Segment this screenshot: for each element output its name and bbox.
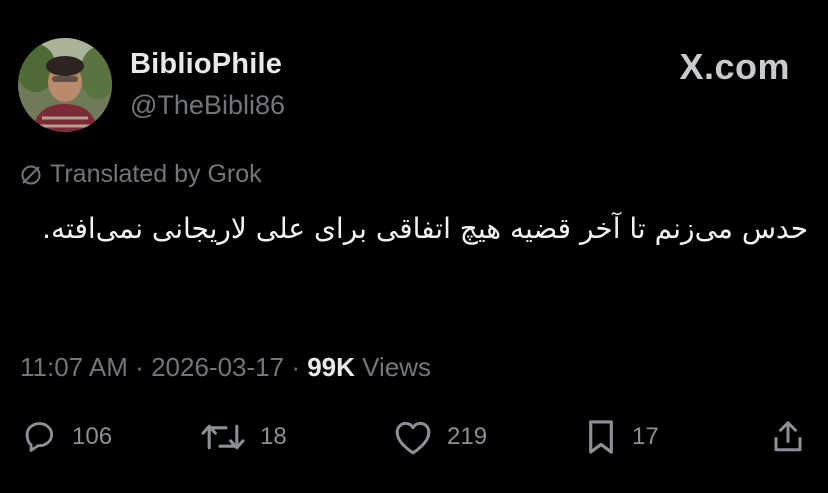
bookmark-icon <box>589 420 613 454</box>
translation-label: Translated by Grok <box>50 160 262 188</box>
author-handle[interactable]: @TheBibli86 <box>130 90 285 121</box>
tweet-time[interactable]: 11:07 AM <box>20 352 128 382</box>
tweet-meta: 11:07 AM · 2026-03-17 · 99K Views <box>20 352 431 383</box>
action-bar: 106 18 219 17 <box>0 418 828 462</box>
bookmark-count: 17 <box>632 423 659 450</box>
share-icon <box>774 421 802 452</box>
reply-button[interactable]: 106 <box>20 418 112 456</box>
tweet-text: حدس می‌زنم تا آخر قضیه هیچ اتفاقی برای ع… <box>42 212 808 245</box>
x-logo: X.com <box>679 46 790 87</box>
like-button[interactable]: 219 <box>393 418 487 456</box>
views-count: 99K <box>307 352 355 382</box>
avatar[interactable] <box>18 38 112 132</box>
meta-separator: · <box>291 352 300 382</box>
heart-icon <box>395 421 431 455</box>
meta-separator: · <box>135 352 144 382</box>
views-label: Views <box>362 352 432 382</box>
repost-button[interactable]: 18 <box>200 418 287 456</box>
repost-icon <box>201 424 245 450</box>
reply-icon <box>25 422 54 452</box>
bookmark-button[interactable]: 17 <box>584 418 659 456</box>
profile-photo-icon <box>18 38 112 132</box>
like-count: 219 <box>447 423 488 450</box>
translation-note: Translated by Grok <box>20 160 262 189</box>
reply-count: 106 <box>72 423 113 450</box>
tweet-date[interactable]: 2026-03-17 <box>151 352 284 382</box>
translate-slash-icon <box>20 164 42 186</box>
share-button[interactable] <box>770 418 806 456</box>
author-display-name[interactable]: BiblioPhile <box>130 48 282 81</box>
repost-count: 18 <box>260 423 287 450</box>
